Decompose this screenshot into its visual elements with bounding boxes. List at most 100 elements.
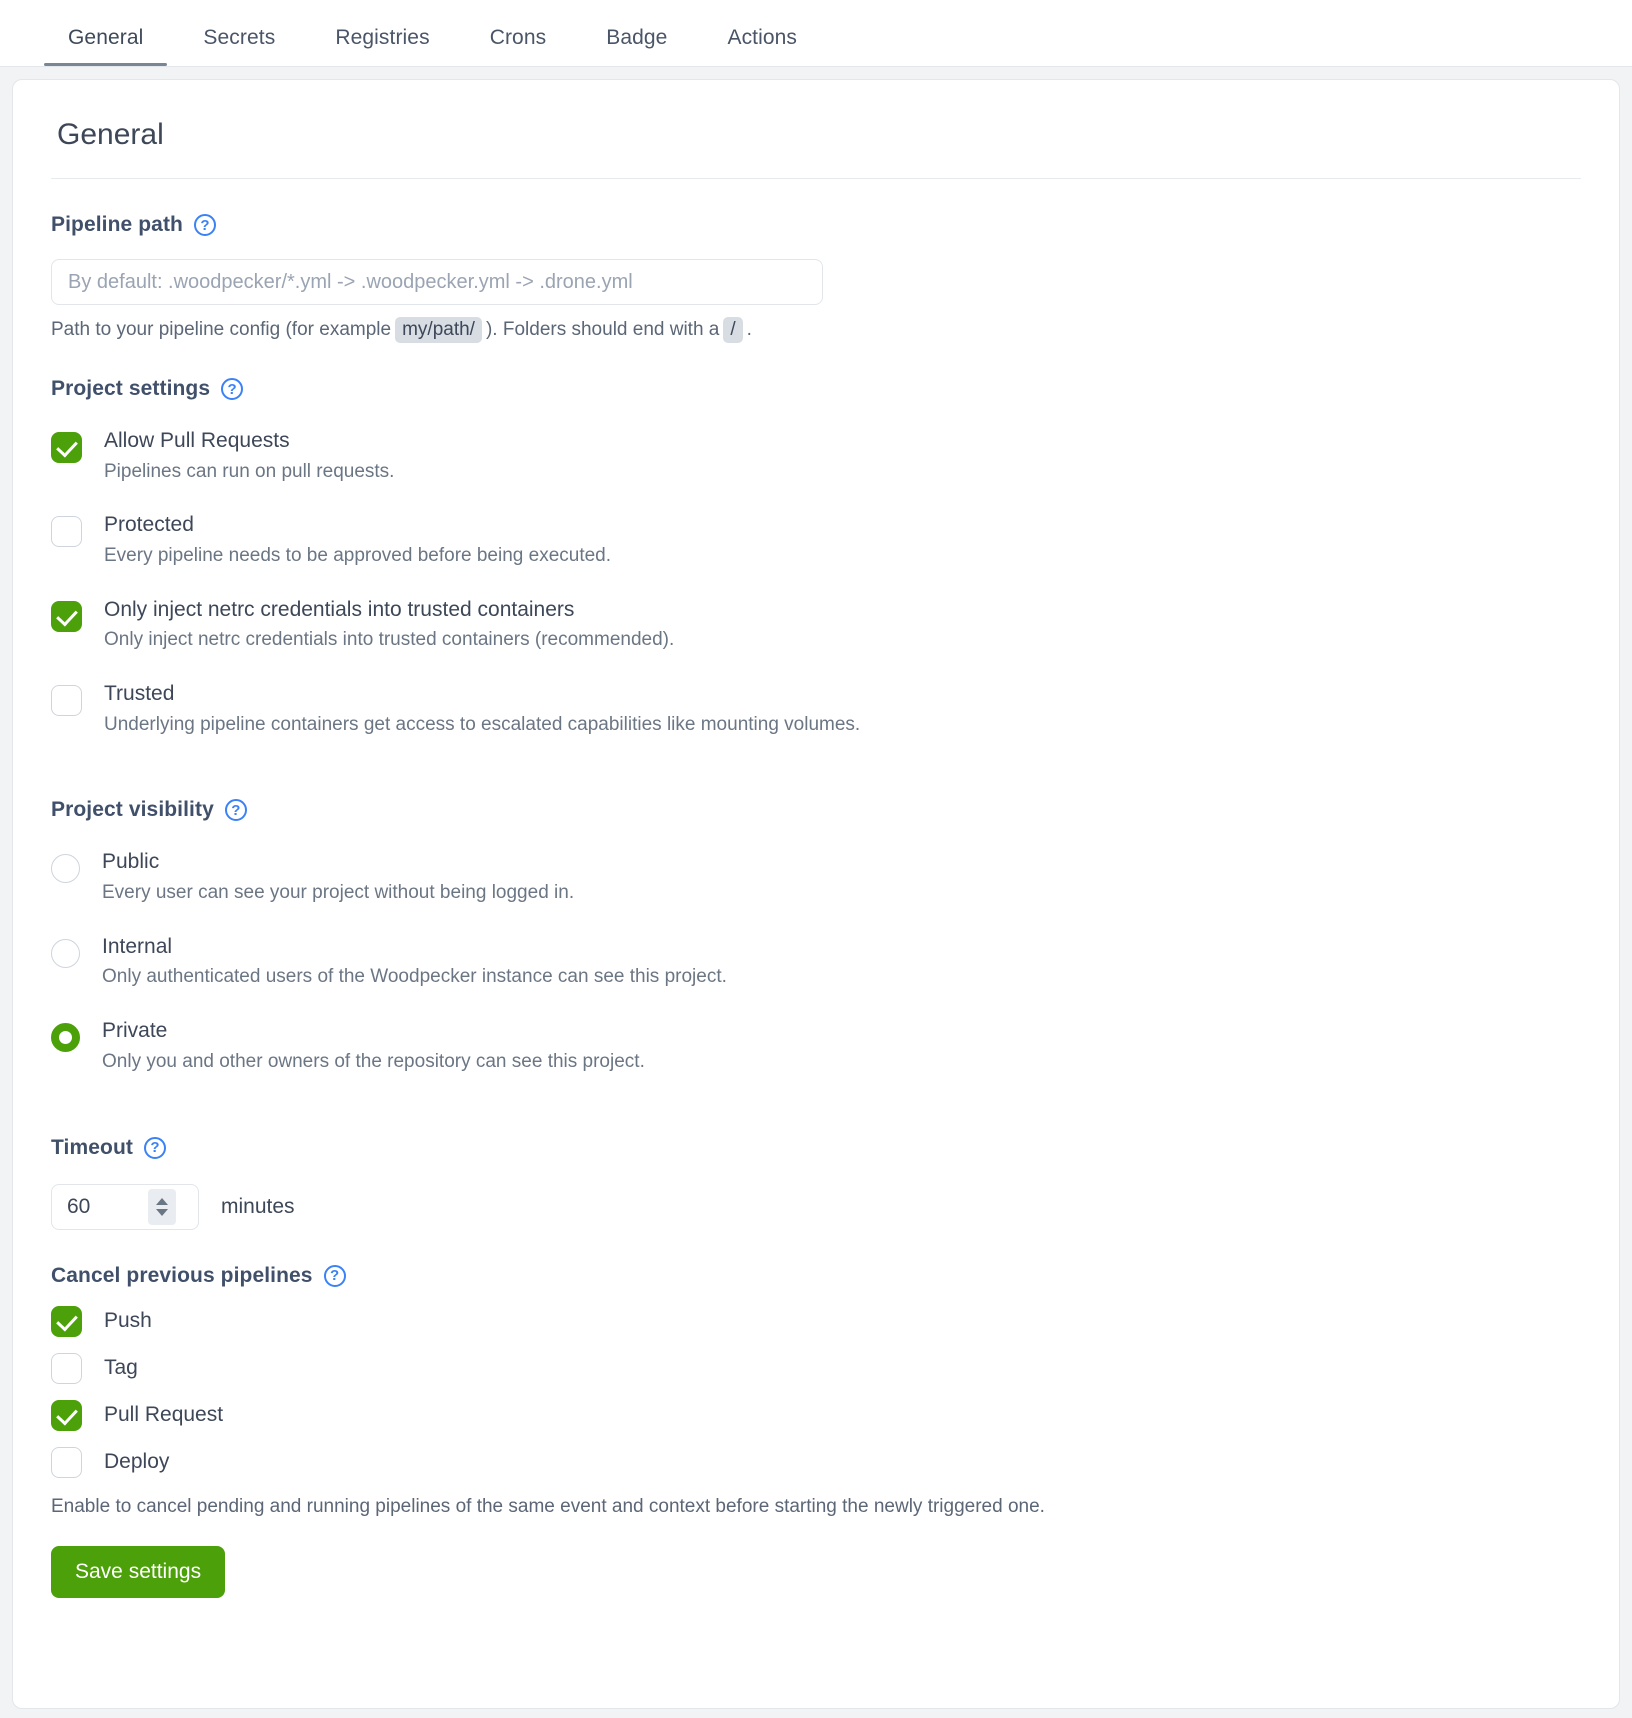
pipeline-path-help-prefix: Path to your pipeline config (for exampl… bbox=[51, 319, 392, 340]
option-label: Private bbox=[102, 1019, 168, 1043]
option-label: Internal bbox=[102, 934, 173, 958]
option-texts: Trusted Underlying pipeline containers g… bbox=[104, 680, 860, 736]
help-icon[interactable]: ? bbox=[221, 378, 244, 400]
radio-private[interactable] bbox=[51, 1023, 80, 1053]
save-settings-button[interactable]: Save settings bbox=[51, 1545, 226, 1598]
tab-secrets-label: Secrets bbox=[203, 26, 276, 49]
checkbox-cancel-deploy[interactable] bbox=[51, 1446, 82, 1478]
radio-option-private[interactable]: Private Only you and other owners of the… bbox=[51, 1017, 1581, 1073]
radio-internal[interactable] bbox=[51, 938, 80, 968]
option-cancel-tag[interactable]: Tag bbox=[51, 1352, 1581, 1384]
tab-badge[interactable]: Badge bbox=[576, 27, 697, 66]
chevron-down-icon[interactable] bbox=[156, 1208, 168, 1216]
tab-general[interactable]: General bbox=[38, 27, 173, 66]
option-label: Protected bbox=[104, 513, 194, 537]
option-label: Public bbox=[102, 850, 160, 874]
stepper-buttons[interactable] bbox=[148, 1188, 176, 1225]
option-description: Only authenticated users of the Woodpeck… bbox=[102, 966, 727, 988]
project-visibility-heading-label: Project visibility bbox=[51, 798, 214, 822]
option-description: Pipelines can run on pull requests. bbox=[104, 460, 395, 482]
radio-option-public[interactable]: Public Every user can see your project w… bbox=[51, 848, 1581, 904]
option-label: Tag bbox=[104, 1356, 138, 1380]
project-settings-heading-label: Project settings bbox=[51, 377, 211, 400]
option-texts: Protected Every pipeline needs to be app… bbox=[104, 511, 611, 567]
option-allow-pull-requests[interactable]: Allow Pull Requests Pipelines can run on… bbox=[51, 427, 1581, 483]
tab-crons[interactable]: Crons bbox=[460, 27, 577, 66]
option-texts: Only inject netrc credentials into trust… bbox=[104, 596, 674, 652]
option-label: Allow Pull Requests bbox=[104, 429, 290, 452]
option-description: Only inject netrc credentials into trust… bbox=[104, 629, 675, 651]
option-cancel-push[interactable]: Push bbox=[51, 1305, 1581, 1337]
help-icon[interactable]: ? bbox=[194, 214, 216, 236]
option-label: Pull Request bbox=[104, 1403, 224, 1427]
timeout-unit-label: minutes bbox=[221, 1194, 295, 1218]
timeout-input[interactable] bbox=[52, 1193, 148, 1220]
option-description: Underlying pipeline containers get acces… bbox=[104, 713, 861, 735]
pipeline-path-help-suffix: . bbox=[746, 319, 752, 340]
pipeline-path-heading-label: Pipeline path bbox=[51, 213, 183, 236]
tab-badge-label: Badge bbox=[606, 26, 668, 49]
option-label: Only inject netrc credentials into trust… bbox=[104, 597, 575, 621]
option-description: Only you and other owners of the reposit… bbox=[102, 1050, 645, 1072]
page-title: General bbox=[57, 118, 164, 151]
timeout-heading-label: Timeout bbox=[51, 1135, 133, 1159]
option-label: Trusted bbox=[104, 682, 175, 706]
tab-actions-label: Actions bbox=[727, 26, 798, 49]
checkbox-protected[interactable] bbox=[51, 516, 82, 548]
option-label: Push bbox=[104, 1309, 152, 1333]
timeout-row: minutes bbox=[51, 1183, 1581, 1230]
spacer-top bbox=[51, 179, 1581, 213]
settings-tabbar: General Secrets Registries Crons Badge A… bbox=[0, 0, 1632, 67]
tab-actions[interactable]: Actions bbox=[697, 27, 827, 66]
radio-option-internal[interactable]: Internal Only authenticated users of the… bbox=[51, 933, 1581, 989]
settings-form: Pipeline path ? Path to your pipeline co… bbox=[13, 179, 1619, 1598]
option-protected[interactable]: Protected Every pipeline needs to be app… bbox=[51, 511, 1581, 567]
help-icon[interactable]: ? bbox=[143, 1136, 166, 1159]
help-icon[interactable]: ? bbox=[224, 799, 247, 822]
checkbox-trusted[interactable] bbox=[51, 685, 82, 717]
radio-public[interactable] bbox=[51, 854, 80, 884]
option-description: Every pipeline needs to be approved befo… bbox=[104, 544, 612, 566]
option-texts: Public Every user can see your project w… bbox=[102, 848, 574, 904]
general-settings-card: General Pipeline path ? Path to your pip… bbox=[12, 79, 1620, 1709]
tab-secrets[interactable]: Secrets bbox=[173, 27, 305, 66]
option-description: Every user can see your project without … bbox=[102, 882, 575, 904]
checkbox-cancel-tag[interactable] bbox=[51, 1352, 82, 1384]
tab-general-label: General bbox=[68, 26, 144, 49]
option-label: Deploy bbox=[104, 1450, 170, 1474]
project-settings-options: Allow Pull Requests Pipelines can run on… bbox=[51, 427, 1581, 736]
project-visibility-heading: Project visibility ? bbox=[51, 798, 1581, 822]
option-texts: Private Only you and other owners of the… bbox=[102, 1017, 645, 1073]
chevron-up-icon[interactable] bbox=[156, 1197, 168, 1205]
checkbox-only-inject-netrc[interactable] bbox=[51, 600, 82, 632]
option-cancel-pull-request[interactable]: Pull Request bbox=[51, 1399, 1581, 1431]
code-chip-path-example: my/path/ bbox=[395, 317, 482, 343]
timeout-stepper[interactable] bbox=[51, 1183, 199, 1230]
option-cancel-deploy[interactable]: Deploy bbox=[51, 1446, 1581, 1478]
project-settings-heading: Project settings ? bbox=[51, 377, 1581, 401]
checkbox-cancel-push[interactable] bbox=[51, 1305, 82, 1337]
cancel-previous-heading: Cancel previous pipelines ? bbox=[51, 1264, 1581, 1288]
pipeline-path-input[interactable] bbox=[51, 259, 823, 305]
cancel-previous-options: Push Tag Pull Request Deploy bbox=[51, 1305, 1581, 1478]
tab-registries-label: Registries bbox=[335, 26, 430, 49]
option-only-inject-netrc[interactable]: Only inject netrc credentials into trust… bbox=[51, 596, 1581, 652]
option-trusted[interactable]: Trusted Underlying pipeline containers g… bbox=[51, 680, 1581, 736]
pipeline-path-help-middle: ). Folders should end with a bbox=[485, 319, 720, 340]
checkbox-allow-pull-requests[interactable] bbox=[51, 432, 82, 463]
spacer-project-visibility bbox=[51, 764, 1581, 798]
pipeline-path-heading: Pipeline path ? bbox=[51, 213, 1581, 237]
option-texts: Internal Only authenticated users of the… bbox=[102, 933, 727, 989]
spacer-timeout bbox=[51, 1102, 1581, 1136]
option-texts: Allow Pull Requests Pipelines can run on… bbox=[104, 427, 394, 483]
pipeline-path-help: Path to your pipeline config (for exampl… bbox=[51, 317, 1581, 343]
tab-crons-label: Crons bbox=[489, 26, 547, 49]
spacer-cancel-previous bbox=[51, 1230, 1581, 1264]
cancel-previous-heading-label: Cancel previous pipelines bbox=[51, 1263, 313, 1287]
cancel-previous-note: Enable to cancel pending and running pip… bbox=[51, 1495, 1045, 1517]
code-chip-slash: / bbox=[723, 317, 743, 343]
help-icon[interactable]: ? bbox=[323, 1264, 346, 1287]
spacer-project-settings bbox=[51, 343, 1581, 377]
tab-registries[interactable]: Registries bbox=[305, 27, 459, 66]
checkbox-cancel-pull-request[interactable] bbox=[51, 1399, 82, 1431]
